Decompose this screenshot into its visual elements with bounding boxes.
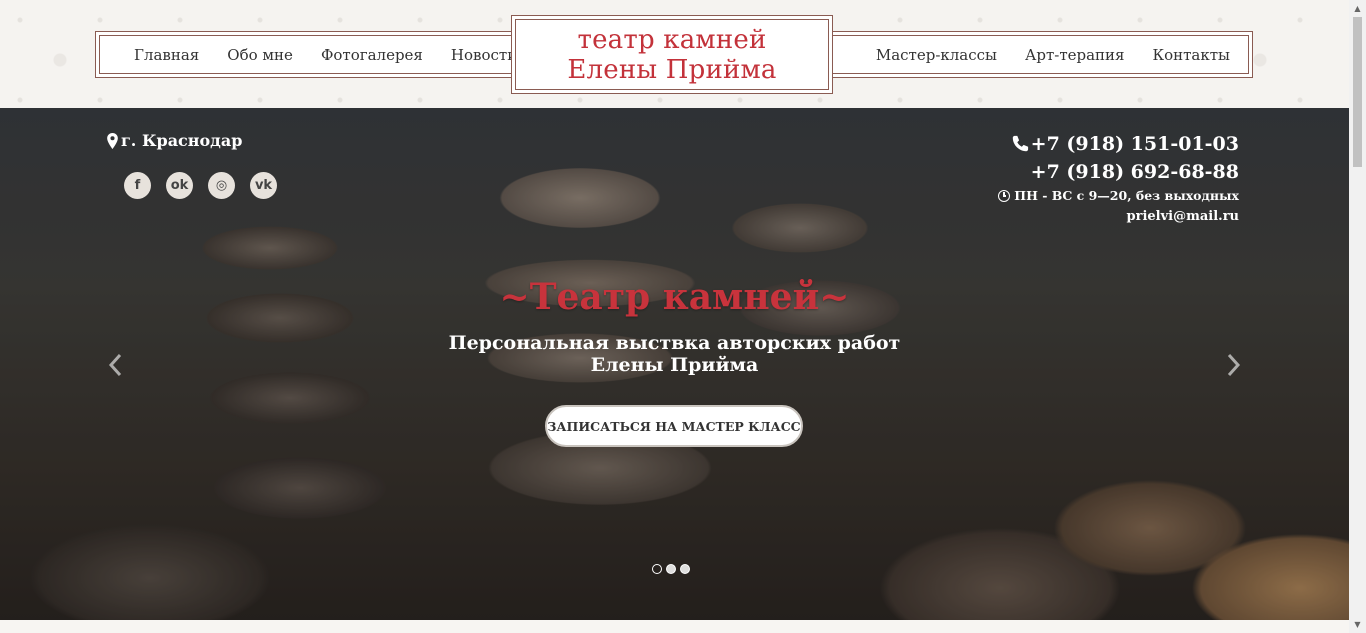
phone-icon xyxy=(1012,135,1028,152)
nav-item-news[interactable]: Новости xyxy=(451,46,517,64)
slider-dot-2[interactable] xyxy=(666,564,676,574)
clock-icon xyxy=(998,189,1011,202)
slider-dot-1[interactable] xyxy=(652,564,662,574)
phone-1-number: +7 (918) 151-01-03 xyxy=(1030,133,1239,155)
city-label: г. Краснодар xyxy=(121,131,243,150)
city-location: г. Краснодар xyxy=(107,131,242,150)
slider-dot-3[interactable] xyxy=(680,564,690,574)
odnoklassniki-icon[interactable]: ok xyxy=(166,172,193,199)
working-hours: ПН - ВС с 9—20, без выходных xyxy=(998,188,1239,203)
phone-2-number: +7 (918) 692-68-88 xyxy=(1030,161,1239,183)
nav-item-about[interactable]: Обо мне xyxy=(227,46,293,64)
nav-item-art-therapy[interactable]: Арт-терапия xyxy=(1025,46,1125,64)
scroll-thumb[interactable] xyxy=(1353,17,1362,167)
slider-dots xyxy=(652,564,690,574)
nav-item-gallery[interactable]: Фотогалерея xyxy=(321,46,423,64)
map-pin-icon xyxy=(107,132,118,149)
site-logo[interactable]: театр камней Елены Прийма xyxy=(515,19,829,90)
facebook-icon[interactable]: f xyxy=(124,172,151,199)
email-link[interactable]: prielvi@mail.ru xyxy=(998,209,1239,224)
hours-label: ПН - ВС с 9—20, без выходных xyxy=(1014,188,1239,203)
hero-slider: г. Краснодар f ok ◎ vk +7 (918) 151-01-0… xyxy=(0,108,1349,620)
nav-item-contacts[interactable]: Контакты xyxy=(1153,46,1231,64)
logo-line2: Елены Прийма xyxy=(567,54,777,85)
logo-line1: театр камней xyxy=(577,24,767,55)
page-scrollbar[interactable]: ▲ ▼ xyxy=(1349,0,1366,633)
next-section-edge xyxy=(0,620,1349,633)
hero-subtitle-line2: Елены Прийма xyxy=(590,354,759,376)
nav-item-home[interactable]: Главная xyxy=(134,46,199,64)
scroll-up-arrow-icon[interactable]: ▲ xyxy=(1349,0,1366,17)
site-header: Главная Обо мне Фотогалерея Новости Маст… xyxy=(0,0,1349,109)
signup-master-class-button[interactable]: ЗАПИСАТЬСЯ НА МАСТЕР КЛАСС xyxy=(545,405,803,447)
instagram-icon[interactable]: ◎ xyxy=(208,172,235,199)
phone-1[interactable]: +7 (918) 151-01-03 xyxy=(998,130,1239,158)
hero-subtitle-line1: Персональная выствка авторских работ xyxy=(448,332,901,354)
nav-left: Главная Обо мне Фотогалерея Новости xyxy=(134,32,517,77)
contact-info: +7 (918) 151-01-03 +7 (918) 692-68-88 ПН… xyxy=(998,130,1239,224)
nav-right: Мастер-классы Арт-терапия Контакты xyxy=(876,32,1230,77)
social-links: f ok ◎ vk xyxy=(124,172,277,199)
phone-2[interactable]: +7 (918) 692-68-88 xyxy=(998,158,1239,186)
chevron-left-icon[interactable] xyxy=(108,353,122,377)
hero-title: ~Театр камней~ xyxy=(499,276,850,318)
vk-icon[interactable]: vk xyxy=(250,172,277,199)
hero-subtitle: Персональная выствка авторских работ Еле… xyxy=(0,332,1349,376)
nav-item-master-classes[interactable]: Мастер-классы xyxy=(876,46,997,64)
chevron-right-icon[interactable] xyxy=(1227,353,1241,377)
scroll-down-arrow-icon[interactable]: ▼ xyxy=(1349,616,1366,633)
